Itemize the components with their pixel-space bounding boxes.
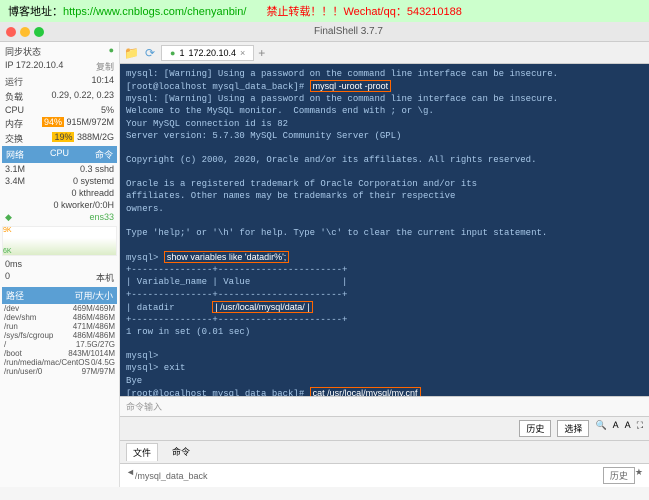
terminal-toolbar: 历史 选择 🔍 A A ⛶ xyxy=(120,416,649,440)
copy-button[interactable]: 复制 xyxy=(96,60,114,73)
file-tabs: 文件 命令 xyxy=(120,440,649,463)
sidebar: 同步状态● IP 172.20.10.4复制 运行10:14 负载0.29, 0… xyxy=(0,42,120,487)
window-controls[interactable] xyxy=(6,27,44,37)
maximize-icon[interactable] xyxy=(34,27,44,37)
bookmark-icon[interactable]: ★ xyxy=(635,467,643,484)
close-icon[interactable] xyxy=(6,27,16,37)
network-chart: 9K6K xyxy=(2,226,117,256)
process-row: 0 kworker/0:0H xyxy=(2,199,117,211)
history-button[interactable]: 历史 xyxy=(519,420,551,437)
select-button[interactable]: 选择 xyxy=(557,420,589,437)
font-larger-icon[interactable]: A xyxy=(625,420,631,437)
window-titlebar: FinalShell 3.7.7 xyxy=(0,22,649,42)
path-bar: ◄ 历史 ★ xyxy=(120,463,649,487)
process-row: 3.1M0.3 sshd xyxy=(2,163,117,175)
tab-bar: 📁 ⟳ ● 1 172.20.10.4 × + xyxy=(120,42,649,64)
add-tab-button[interactable]: + xyxy=(258,46,265,60)
process-row: 0 kthreadd xyxy=(2,187,117,199)
disk-row: /sys/fs/cgroup486M/486M xyxy=(2,331,117,340)
blog-url[interactable]: https://www.cnblogs.com/chenyanbin/ xyxy=(63,6,246,18)
path-history-button[interactable]: 历史 xyxy=(603,467,635,484)
tab-commands[interactable]: 命令 xyxy=(166,443,196,461)
sync-status: 同步状态● xyxy=(2,44,117,59)
refresh-icon[interactable]: ⟳ xyxy=(145,46,155,60)
disk-row: /run/user/097M/97M xyxy=(2,367,117,376)
disk-row: /17.5G/27G xyxy=(2,340,117,349)
terminal[interactable]: mysql: [Warning] Using a password on the… xyxy=(120,64,649,396)
folder-icon[interactable]: 📁 xyxy=(124,46,139,60)
disk-row: /dev/shm486M/486M xyxy=(2,313,117,322)
connection-tab[interactable]: ● 1 172.20.10.4 × xyxy=(161,45,254,61)
minimize-icon[interactable] xyxy=(20,27,30,37)
blog-header: 博客地址：https://www.cnblogs.com/chenyanbin/… xyxy=(0,0,649,22)
disk-row: /run471M/486M xyxy=(2,322,117,331)
disk-row: /dev469M/469M xyxy=(2,304,117,313)
fullscreen-icon[interactable]: ⛶ xyxy=(637,420,643,437)
tab-files[interactable]: 文件 xyxy=(126,443,158,461)
disk-row: /boot843M/1014M xyxy=(2,349,117,358)
command-input-bar[interactable]: 命令输入 xyxy=(120,396,649,416)
window-title: FinalShell 3.7.7 xyxy=(54,26,643,37)
process-row: 3.4M0 systemd xyxy=(2,175,117,187)
font-smaller-icon[interactable]: A xyxy=(613,420,619,437)
path-input[interactable] xyxy=(135,467,603,484)
close-tab-icon[interactable]: × xyxy=(240,48,245,58)
disk-row: /run/media/mac/CentOS0/4.5G xyxy=(2,358,117,367)
back-icon[interactable]: ◄ xyxy=(126,467,135,484)
search-icon[interactable]: 🔍 xyxy=(595,420,606,437)
